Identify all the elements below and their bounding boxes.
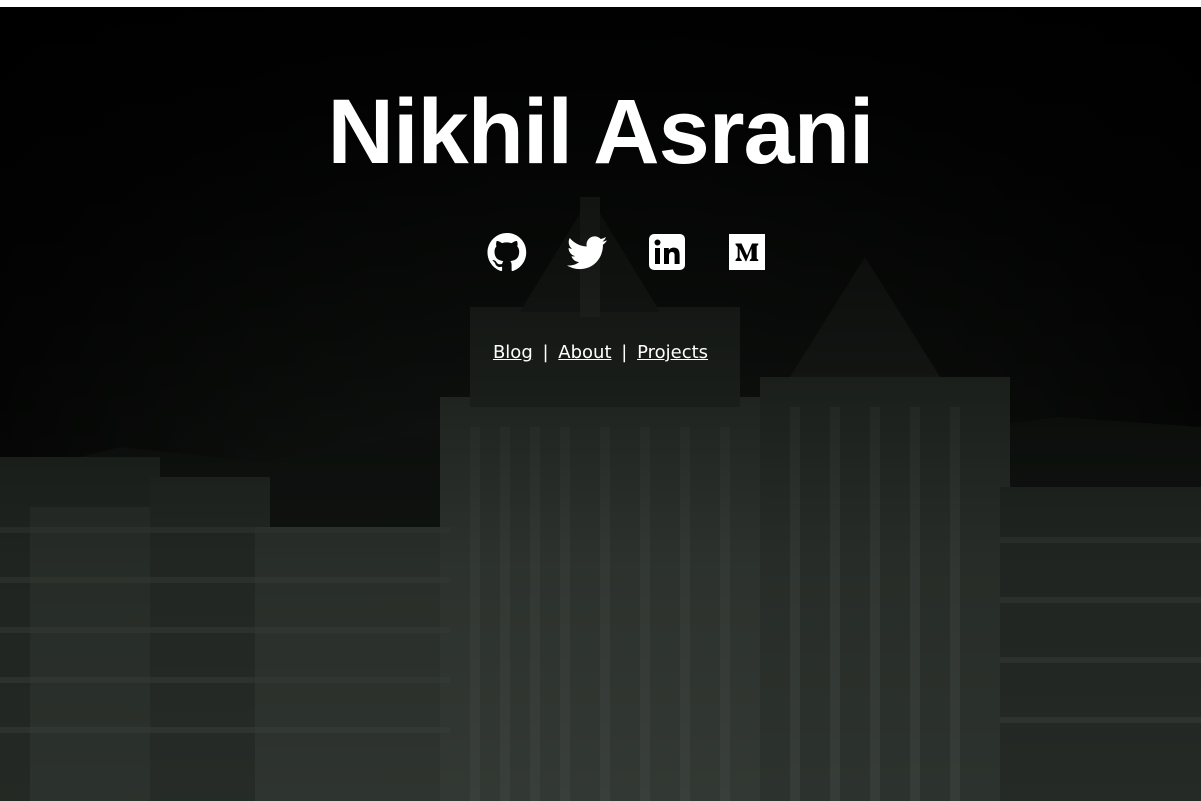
site-title: Nikhil Asrani	[327, 81, 875, 183]
nav-about-link[interactable]: About	[558, 342, 611, 363]
nav-projects-link[interactable]: Projects	[637, 342, 708, 363]
github-icon	[487, 233, 527, 272]
github-link[interactable]	[486, 232, 528, 272]
linkedin-icon	[649, 234, 685, 270]
twitter-link[interactable]	[566, 232, 608, 272]
site-nav: Blog | About | Projects	[0, 340, 1201, 366]
top-strip	[0, 0, 1201, 7]
medium-link[interactable]	[726, 232, 768, 272]
nav-separator: |	[542, 342, 549, 363]
nav-separator: |	[621, 342, 628, 363]
medium-icon	[729, 234, 765, 270]
nav-blog-link[interactable]: Blog	[493, 342, 533, 363]
twitter-icon	[567, 236, 607, 270]
social-links	[486, 232, 776, 272]
linkedin-link[interactable]	[646, 232, 688, 272]
